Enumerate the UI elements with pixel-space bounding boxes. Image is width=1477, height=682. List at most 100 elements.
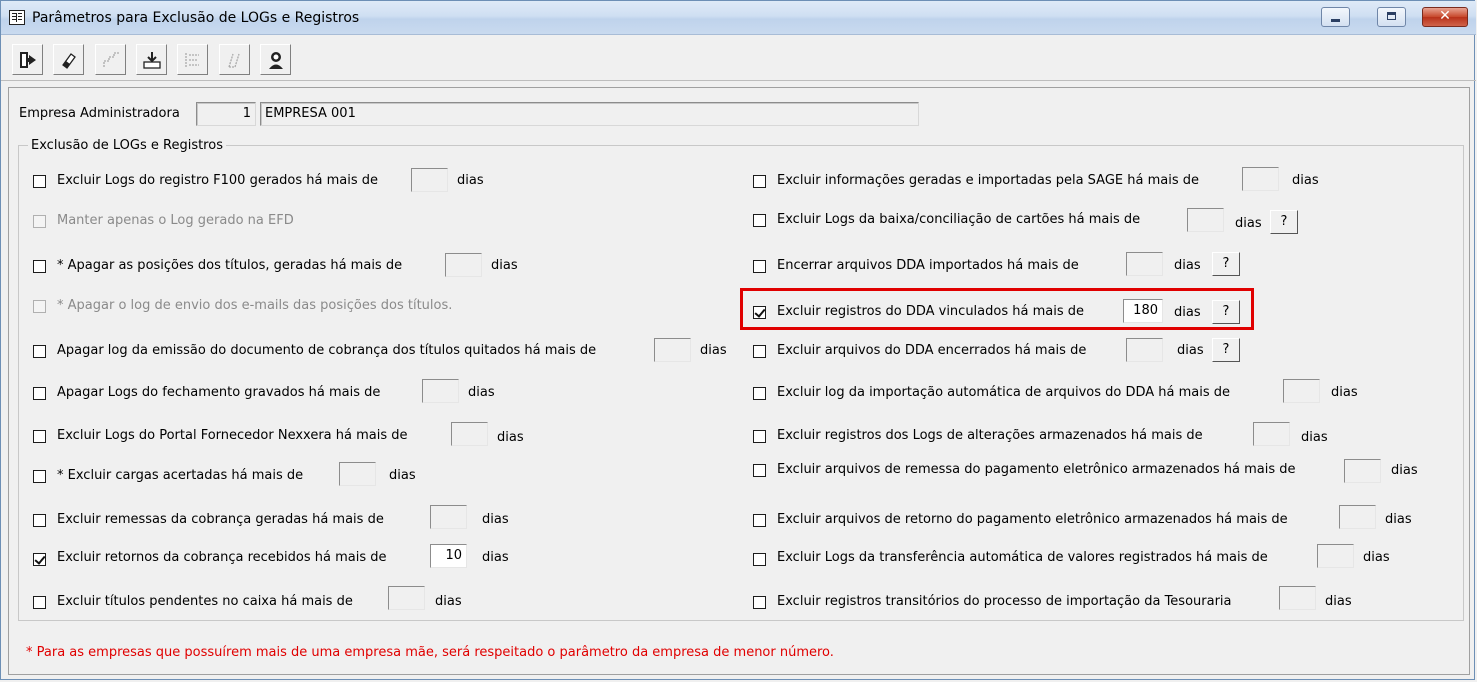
footer-note: * Para as empresas que possuírem mais de… (26, 645, 834, 660)
checkbox-pending-titles[interactable] (33, 596, 46, 609)
label-email-positions-log: * Apagar o log de envio dos e-mails das … (57, 298, 453, 313)
label-pending-titles: Excluir títulos pendentes no caixa há ma… (57, 594, 353, 609)
checkbox-f100-logs[interactable] (33, 175, 46, 188)
checkbox-billing-returns[interactable] (33, 553, 46, 566)
pen-icon (228, 53, 240, 68)
label-keep-efd-log: Manter apenas o Log gerado na EFD (57, 213, 294, 228)
days-input-title-positions[interactable] (445, 253, 482, 277)
days-input-card-reconciliation[interactable] (1187, 208, 1224, 232)
days-input-sage-info[interactable] (1242, 167, 1279, 191)
checkbox-title-positions[interactable] (33, 260, 46, 273)
label-card-reconciliation: Excluir Logs da baixa/conciliação de car… (777, 212, 1141, 227)
exit-icon (20, 52, 36, 68)
window-app-icon (9, 10, 25, 25)
checkbox-treasury-transient-records[interactable] (753, 596, 766, 609)
exit-button[interactable] (12, 44, 43, 75)
days-input-closing-logs[interactable] (422, 379, 459, 403)
days-input-billing-returns[interactable]: 10 (430, 544, 467, 568)
checkbox-change-logs[interactable] (753, 430, 766, 443)
days-input-pending-titles[interactable] (388, 586, 425, 610)
user-help-button[interactable] (260, 44, 291, 75)
days-label: dias (1325, 594, 1352, 609)
help-button-card-reconciliation[interactable]: ? (1270, 210, 1298, 234)
label-payment-return-files: Excluir arquivos de retorno do pagamento… (777, 512, 1288, 527)
days-label: dias (435, 594, 462, 609)
days-input-close-dda-files[interactable] (1126, 252, 1163, 276)
days-input-closed-dda-files[interactable] (1126, 338, 1163, 362)
days-label: dias (1385, 512, 1412, 527)
checkbox-email-positions-log[interactable] (33, 300, 46, 313)
checkbox-close-dda-files[interactable] (753, 260, 766, 273)
checkbox-nexxera-logs[interactable] (33, 430, 46, 443)
days-label: dias (497, 430, 524, 445)
label-f100-logs: Excluir Logs do registro F100 gerados há… (57, 173, 378, 188)
checkbox-keep-efd-log[interactable] (33, 215, 46, 228)
days-input-change-logs[interactable] (1253, 422, 1290, 446)
days-input-f100-logs[interactable] (411, 168, 448, 192)
maximize-button[interactable] (1377, 7, 1406, 27)
days-input-payment-return-files[interactable] (1339, 505, 1376, 529)
checkbox-dda-import-log[interactable] (753, 387, 766, 400)
days-label: dias (1174, 258, 1201, 273)
days-input-auto-transfer-logs[interactable] (1317, 544, 1354, 568)
checkbox-closed-dda-files[interactable] (753, 345, 766, 358)
checkbox-closing-logs[interactable] (33, 387, 46, 400)
days-input-dda-import-log[interactable] (1283, 379, 1320, 403)
days-label: dias (1363, 550, 1390, 565)
window-title: Parâmetros para Exclusão de LOGs e Regis… (32, 10, 360, 26)
days-input-treasury-transient-records[interactable] (1279, 586, 1316, 610)
days-label: dias (1177, 343, 1204, 358)
close-icon: ✕ (1439, 8, 1451, 24)
app-window: Parâmetros para Exclusão de LOGs e Regis… (0, 0, 1476, 680)
list-icon (185, 53, 199, 67)
label-sage-info: Excluir informações geradas e importadas… (777, 173, 1199, 188)
empresa-code-field[interactable]: 1 (196, 102, 256, 126)
days-label: dias (1301, 430, 1328, 445)
checkbox-billing-doc-log[interactable] (33, 345, 46, 358)
checkbox-sage-info[interactable] (753, 175, 766, 188)
group-title: Exclusão de LOGs e Registros (28, 138, 226, 153)
label-close-dda-files: Encerrar arquivos DDA importados há mais… (777, 258, 1079, 273)
days-label: dias (482, 550, 509, 565)
user-help-icon (269, 52, 283, 69)
label-settled-loads: * Excluir cargas acertadas há mais de (57, 468, 304, 483)
minimize-button[interactable] (1321, 7, 1350, 27)
days-input-billing-remittances[interactable] (430, 505, 467, 529)
days-input-settled-loads[interactable] (339, 462, 376, 486)
label-title-positions: * Apagar as posições dos títulos, gerada… (57, 258, 403, 273)
help-button-close-dda-files[interactable]: ? (1212, 252, 1240, 276)
list-button[interactable] (177, 44, 208, 75)
checkbox-billing-remittances[interactable] (33, 514, 46, 527)
days-input-nexxera-logs[interactable] (451, 422, 488, 446)
clear-button[interactable] (53, 44, 84, 75)
checkbox-auto-transfer-logs[interactable] (753, 553, 766, 566)
label-change-logs: Excluir registros dos Logs de alterações… (777, 428, 1203, 443)
checkbox-payment-return-files[interactable] (753, 514, 766, 527)
empresa-label: Empresa Administradora (19, 106, 180, 121)
label-auto-transfer-logs: Excluir Logs da transferência automática… (777, 550, 1268, 565)
label-billing-remittances: Excluir remessas da cobrança geradas há … (57, 512, 384, 527)
highlight-box (740, 288, 1254, 330)
checkbox-payment-remittance-files[interactable] (753, 464, 766, 477)
days-input-payment-remittance-files[interactable] (1344, 459, 1381, 483)
days-label: dias (700, 343, 727, 358)
title-bar[interactable]: Parâmetros para Exclusão de LOGs e Regis… (1, 1, 1476, 35)
days-label: dias (491, 258, 518, 273)
days-label: dias (482, 512, 509, 527)
download-button[interactable] (136, 44, 167, 75)
close-button[interactable]: ✕ (1422, 7, 1468, 27)
steps-button[interactable] (95, 44, 126, 75)
empresa-name-field[interactable]: EMPRESA 001 (260, 102, 919, 126)
label-nexxera-logs: Excluir Logs do Portal Fornecedor Nexxer… (57, 428, 408, 443)
eraser-icon (62, 53, 76, 69)
maximize-icon (1387, 12, 1396, 20)
label-billing-doc-log: Apagar log da emissão do documento de co… (57, 343, 597, 358)
days-input-billing-doc-log[interactable] (654, 338, 691, 362)
checkbox-card-reconciliation[interactable] (753, 214, 766, 227)
checkbox-settled-loads[interactable] (33, 470, 46, 483)
days-label: dias (1391, 463, 1418, 478)
edit-button[interactable] (219, 44, 250, 75)
days-label: dias (457, 173, 484, 188)
label-closing-logs: Apagar Logs do fechamento gravados há ma… (57, 385, 381, 400)
help-button-closed-dda-files[interactable]: ? (1212, 338, 1240, 362)
